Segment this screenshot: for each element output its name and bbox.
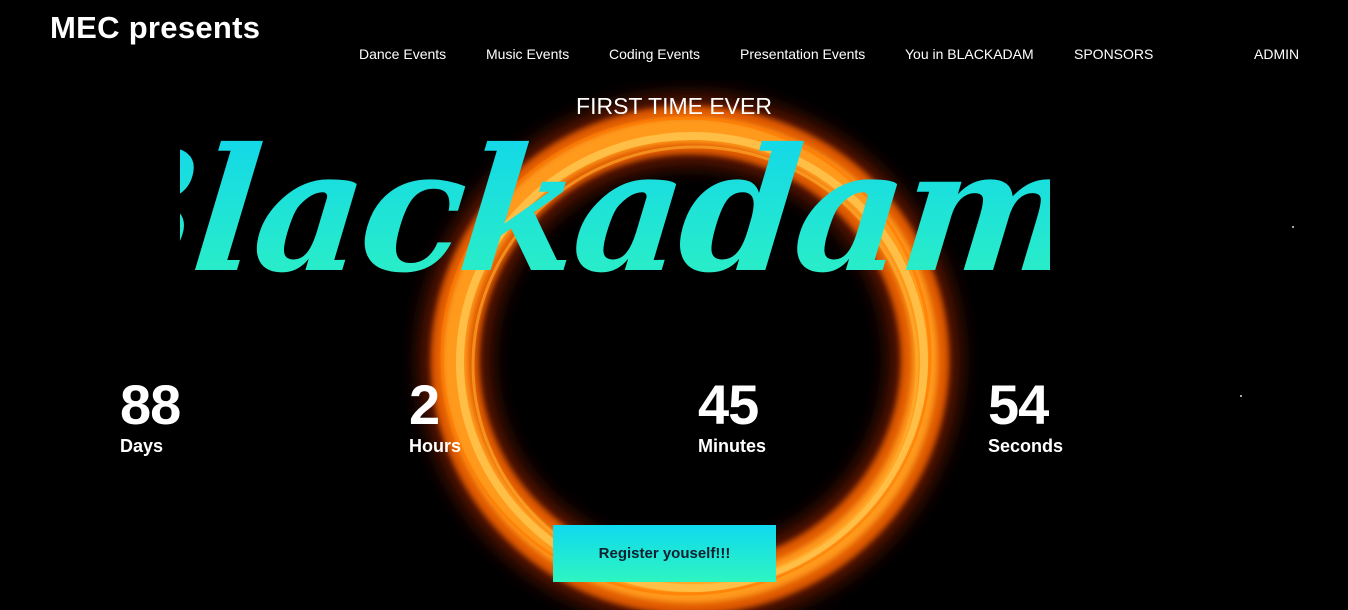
nav-presentation-events[interactable]: Presentation Events [740, 46, 865, 62]
nav-coding-events[interactable]: Coding Events [609, 46, 700, 62]
countdown-hours-label: Hours [409, 436, 462, 456]
register-button[interactable]: Register youself!!! [553, 525, 776, 582]
nav-you-in-blackadam[interactable]: You in BLACKADAM [905, 46, 1034, 62]
countdown-seconds: 54 Seconds [988, 375, 1063, 457]
countdown-seconds-value: 54 [988, 373, 1049, 436]
countdown-days-value: 88 [120, 373, 181, 436]
countdown-days-label: Days [120, 436, 164, 456]
hero-title: Blackadam! [180, 111, 1050, 310]
countdown-minutes-value: 45 [698, 373, 759, 436]
star-dot [1292, 226, 1294, 228]
countdown-minutes-label: Minutes [698, 436, 767, 456]
countdown-minutes: 45 Minutes [698, 375, 766, 457]
brand-title: MEC presents [50, 10, 261, 45]
main-nav: Dance Events Music Events Coding Events … [0, 46, 1348, 66]
countdown-hours: 2 Hours [409, 375, 461, 457]
page: MEC presents Dance Events Music Events C… [0, 0, 1348, 610]
nav-sponsors[interactable]: SPONSORS [1074, 46, 1153, 62]
nav-admin[interactable]: ADMIN [1254, 46, 1299, 62]
nav-dance-events[interactable]: Dance Events [359, 46, 446, 62]
hero-title-text: Blackadam! [180, 111, 1050, 310]
star-dot [1240, 395, 1242, 397]
countdown-hours-value: 2 [409, 373, 440, 436]
countdown-days: 88 Days [120, 373, 181, 457]
countdown-seconds-label: Seconds [988, 436, 1064, 456]
nav-music-events[interactable]: Music Events [486, 46, 569, 62]
